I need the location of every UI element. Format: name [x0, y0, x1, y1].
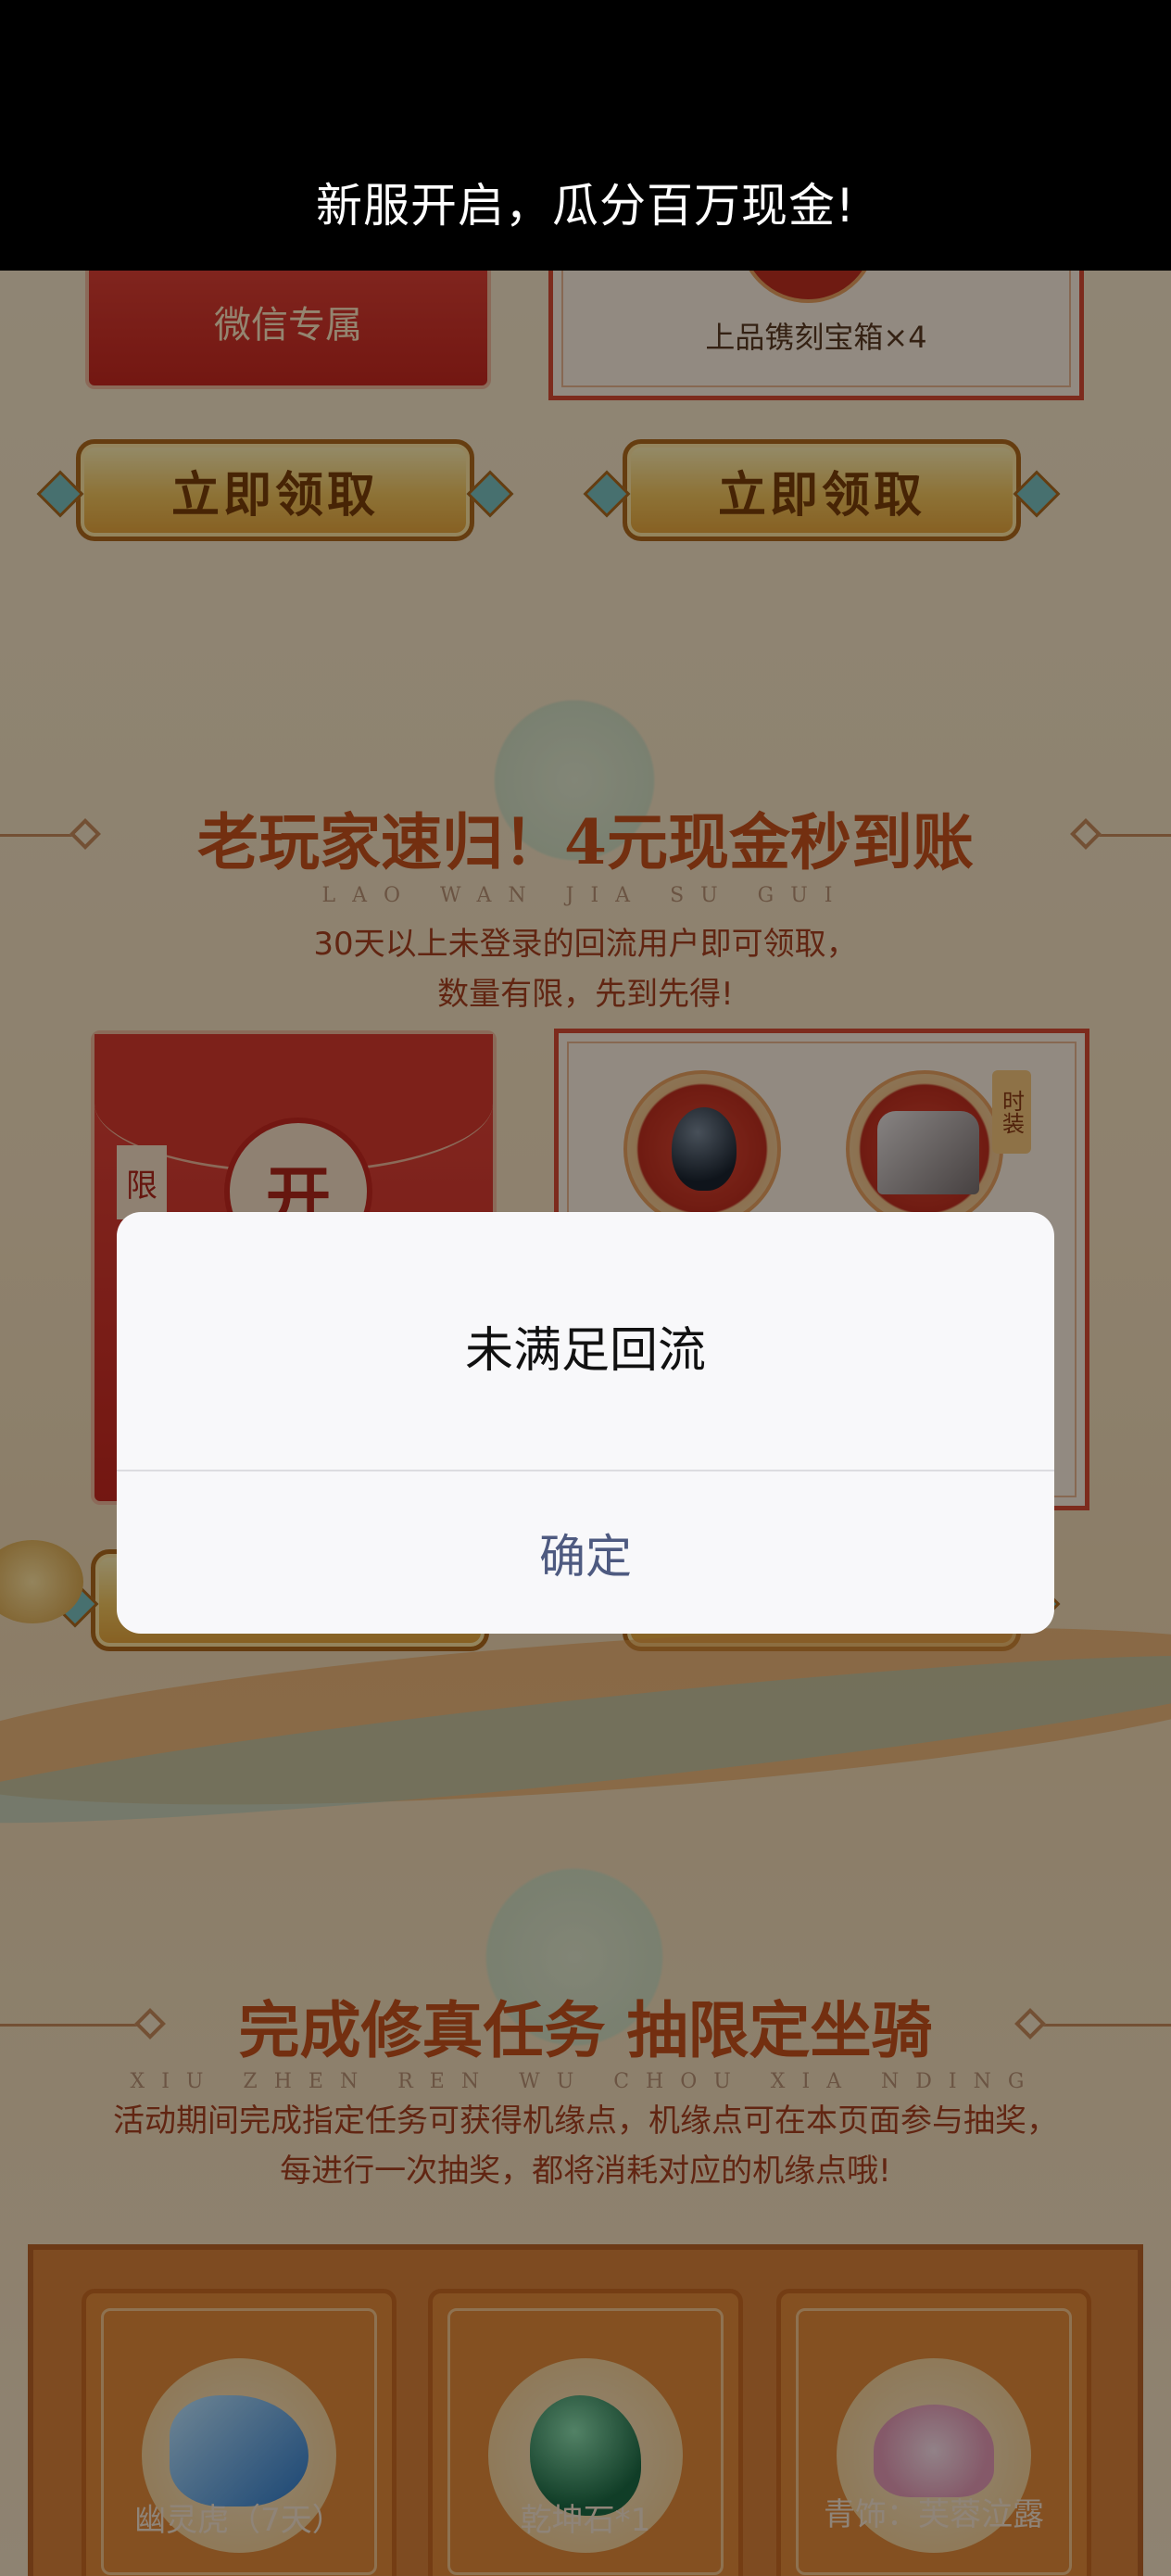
confirm-button[interactable]: 确定 — [117, 1471, 1054, 1634]
banner-title: 新服开启，瓜分百万现金! — [315, 179, 856, 233]
top-banner: 新服开启，瓜分百万现金! — [0, 0, 1171, 271]
alert-dialog: 未满足回流 确定 — [117, 1212, 1054, 1634]
dialog-message: 未满足回流 — [464, 1322, 706, 1379]
